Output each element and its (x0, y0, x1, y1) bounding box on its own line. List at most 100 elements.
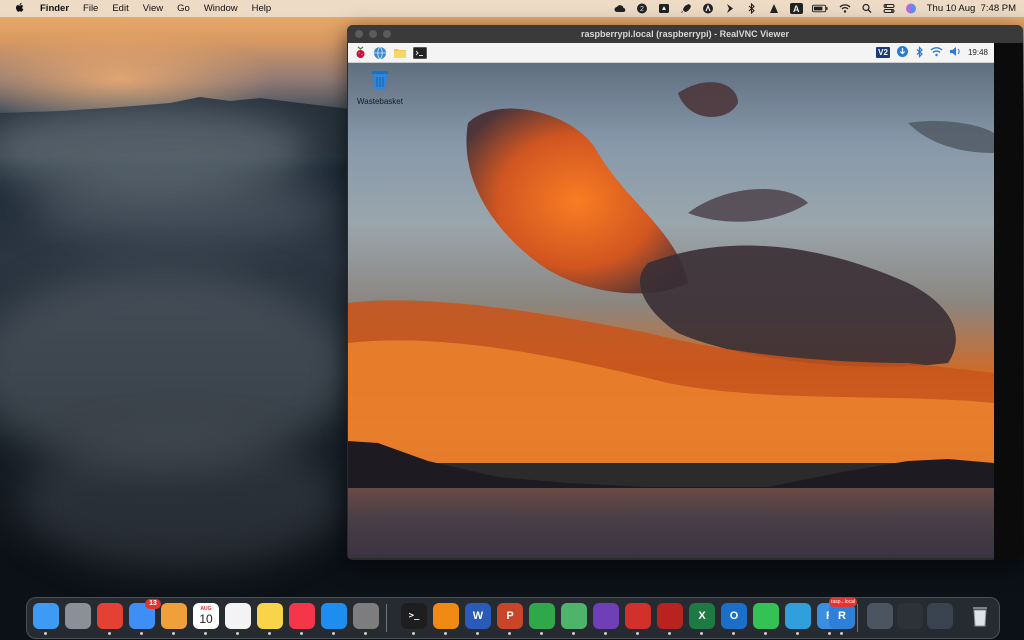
running-indicator (476, 632, 479, 635)
bluetooth-tray-icon[interactable] (915, 45, 924, 60)
dock-whatsapp-icon[interactable] (753, 603, 779, 629)
running-indicator (572, 632, 575, 635)
wifi-icon[interactable] (839, 3, 852, 14)
dock-recent-window-1-icon[interactable] (897, 603, 923, 629)
dock-outlook-icon[interactable]: O (721, 603, 747, 629)
app-2-icon[interactable]: 2 (636, 3, 649, 14)
dock-recent-window-2-icon[interactable] (927, 603, 953, 629)
dock-word-icon[interactable]: W (465, 603, 491, 629)
running-indicator (540, 632, 543, 635)
dock-github-desktop-icon[interactable] (593, 603, 619, 629)
dock-app-store-icon[interactable] (321, 603, 347, 629)
menu-app-name[interactable]: Finder (40, 3, 69, 14)
dock-acrobat-icon[interactable] (625, 603, 651, 629)
running-indicator (172, 632, 175, 635)
search-icon[interactable] (861, 3, 874, 14)
app-icon[interactable] (702, 3, 715, 14)
creative-cloud-icon[interactable] (614, 3, 627, 14)
dock-separator (386, 604, 387, 632)
dock-telegram-icon[interactable] (785, 603, 811, 629)
dock: 13AUG10>_WPXORRrasp...local (26, 597, 1000, 639)
rocket-icon[interactable] (680, 3, 693, 14)
pi-taskbar: V2 19:48 (348, 43, 994, 63)
dock-evernote-icon[interactable] (529, 603, 555, 629)
menu-bar: Finder File Edit View Go Window Help 2 A… (0, 0, 1024, 17)
dock-mail-icon[interactable]: 13 (129, 599, 161, 629)
bluetooth-icon[interactable] (746, 3, 759, 14)
dock-finder-icon[interactable] (33, 603, 59, 629)
dock-vlc-icon[interactable] (433, 603, 459, 629)
running-indicator (636, 632, 639, 635)
cloud-bank-2 (30, 175, 330, 245)
remote-wallpaper-hills (348, 441, 994, 491)
dock-photos-icon[interactable] (161, 603, 187, 629)
menu-window[interactable]: Window (204, 3, 238, 14)
running-indicator (828, 632, 831, 635)
running-indicator (204, 632, 207, 635)
web-browser-icon[interactable] (372, 45, 388, 61)
cloud-bank-4 (20, 430, 340, 570)
volume-tray-icon[interactable] (949, 46, 962, 59)
dock-powerpoint-icon[interactable]: P (497, 603, 523, 629)
control-center-icon[interactable] (883, 3, 896, 14)
dock-badge: rasp...local (828, 597, 857, 607)
pi-clock[interactable]: 19:48 (968, 48, 988, 57)
dock-music-icon[interactable] (289, 603, 315, 629)
dock-raspberrypi-local-icon[interactable]: Rrasp...local (828, 597, 857, 629)
keyboard-input-icon[interactable]: A (789, 3, 803, 14)
sunset-clouds (348, 82, 994, 463)
dock-terminal-icon[interactable]: >_ (401, 603, 427, 629)
dock-downloads-stack-icon[interactable] (867, 603, 893, 629)
remote-wallpaper-sea (348, 488, 994, 558)
menu-bar-clock[interactable]: Thu 10 Aug 7:48 PM (927, 3, 1016, 14)
svg-text:2: 2 (640, 6, 644, 13)
arrow-icon[interactable] (724, 3, 737, 14)
running-indicator (300, 632, 303, 635)
running-indicator (668, 632, 671, 635)
running-indicator (268, 632, 271, 635)
menu-view[interactable]: View (143, 3, 163, 14)
dock-reminders-icon[interactable] (225, 603, 251, 629)
menu-file[interactable]: File (83, 3, 98, 14)
updates-icon[interactable] (896, 45, 909, 60)
vlc-icon[interactable] (768, 3, 781, 14)
running-indicator (700, 632, 703, 635)
dock-badge: 13 (145, 599, 161, 609)
siri-icon[interactable] (905, 3, 918, 14)
raspberry-menu-icon[interactable] (352, 45, 368, 61)
dock-notes-icon[interactable] (257, 603, 283, 629)
running-indicator (796, 632, 799, 635)
dock-excel-icon[interactable]: X (689, 603, 715, 629)
running-indicator (508, 632, 511, 635)
realvnc-viewer-window: raspberrypi.local (raspberrypi) - RealVN… (347, 25, 1023, 560)
terminal-icon[interactable] (412, 45, 428, 61)
dock-chrome-icon[interactable] (97, 603, 123, 629)
menu-help[interactable]: Help (252, 3, 272, 14)
apple-icon[interactable] (12, 2, 28, 16)
running-indicator (236, 632, 239, 635)
drive-icon[interactable] (658, 3, 671, 14)
dock-system-settings-icon[interactable] (353, 603, 379, 629)
dock-atom-icon[interactable] (561, 603, 587, 629)
menu-edit[interactable]: Edit (112, 3, 128, 14)
calendar-day: 10 (199, 612, 213, 626)
dock-launchpad-icon[interactable] (65, 603, 91, 629)
running-indicator (732, 632, 735, 635)
file-manager-icon[interactable] (392, 45, 408, 61)
dock-trash-icon[interactable] (967, 603, 993, 629)
wastebasket-icon (372, 71, 388, 90)
remote-desktop[interactable]: V2 19:48 Wastebasket (348, 43, 994, 558)
running-indicator (604, 632, 607, 635)
running-indicator (44, 632, 47, 635)
dock-calendar-icon[interactable]: AUG 10 (193, 603, 219, 629)
wastebasket-desktop-icon[interactable]: Wastebasket (354, 69, 406, 106)
battery-icon[interactable] (812, 3, 830, 14)
viewer-side-strip (994, 43, 1023, 560)
running-indicator (444, 632, 447, 635)
dock-pdf-expert-icon[interactable] (657, 603, 683, 629)
wifi-tray-icon[interactable] (930, 46, 943, 59)
running-indicator (840, 632, 843, 635)
menu-go[interactable]: Go (177, 3, 190, 14)
vnc-server-icon[interactable]: V2 (876, 47, 890, 58)
running-indicator (108, 632, 111, 635)
